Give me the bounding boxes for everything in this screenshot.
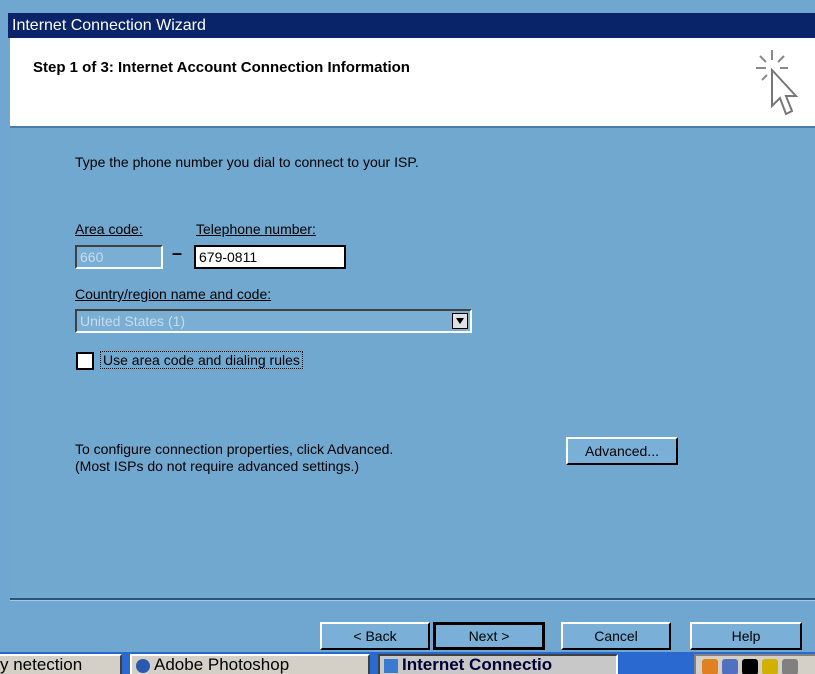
tray-security-icon[interactable] (762, 659, 778, 674)
country-select[interactable]: United States (1) (75, 309, 472, 333)
wizard-header: Step 1 of 3: Internet Account Connection… (10, 38, 815, 128)
taskbar-button-netection[interactable]: y netection (0, 654, 122, 674)
next-button[interactable]: Next > (433, 622, 545, 650)
window-titlebar[interactable]: Internet Connection Wizard (8, 13, 815, 38)
use-area-code-label[interactable]: Use area code and dialing rules (100, 351, 303, 369)
tray-misc-icon[interactable] (782, 659, 798, 674)
phone-dash: – (172, 243, 183, 263)
connection-wizard-icon (384, 658, 398, 673)
country-label: Country/region name and code: (75, 286, 272, 302)
advanced-info-line2: (Most ISPs do not require advanced setti… (75, 458, 360, 474)
footer-separator (10, 598, 815, 601)
help-button[interactable]: Help (690, 622, 802, 650)
task-label: Adobe Photoshop (154, 655, 290, 674)
taskbar-button-internet-connection[interactable]: Internet Connectio (378, 654, 618, 674)
system-tray (694, 654, 815, 674)
country-select-value: United States (1) (80, 313, 186, 329)
telephone-label-text: Telephone number: (196, 221, 316, 237)
step-title: Step 1 of 3: Internet Account Connection… (33, 59, 410, 76)
area-code-label: Area code: (75, 221, 143, 237)
task-label: Internet Connectio (402, 655, 553, 674)
telephone-label: Telephone number: (196, 221, 316, 237)
tray-alert-icon[interactable] (702, 659, 718, 674)
cancel-button[interactable]: Cancel (561, 622, 671, 650)
window-title: Internet Connection Wizard (12, 17, 206, 34)
advanced-info-line1: To configure connection properties, clic… (75, 441, 394, 457)
advanced-button[interactable]: Advanced... (566, 437, 678, 465)
tray-network-icon[interactable] (722, 659, 738, 674)
instructions-text: Type the phone number you dial to connec… (75, 154, 419, 170)
telephone-number-input[interactable]: 679-0811 (194, 245, 346, 269)
back-button[interactable]: < Back (320, 622, 430, 650)
task-label: y netection (0, 655, 83, 674)
area-code-field[interactable]: 660 (75, 245, 163, 269)
use-area-code-checkbox[interactable] (76, 352, 94, 370)
wizard-cursor-icon (756, 50, 799, 116)
tray-app-icon[interactable] (742, 659, 758, 674)
photoshop-icon (136, 658, 150, 673)
dropdown-arrow-icon[interactable] (452, 313, 468, 329)
taskbar-button-photoshop[interactable]: Adobe Photoshop (130, 654, 370, 674)
taskbar: y netection Adobe Photoshop Internet Con… (0, 652, 815, 674)
